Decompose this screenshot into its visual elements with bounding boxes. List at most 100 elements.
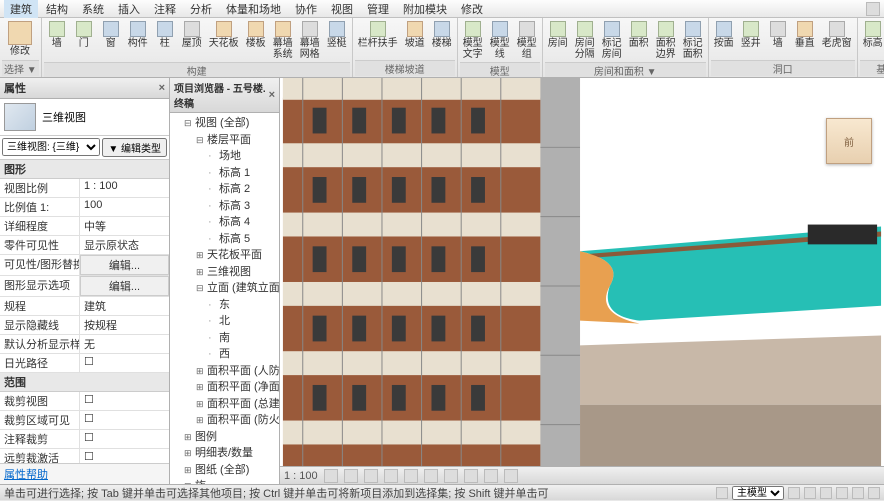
ribbon-button[interactable]: 竖井	[738, 19, 764, 60]
detail-level-icon[interactable]	[324, 469, 338, 483]
tree-node[interactable]: 视图 (全部)	[184, 115, 277, 132]
property-value[interactable]: ☐	[80, 449, 169, 463]
ribbon-button[interactable]: 幕墙系统	[270, 19, 296, 62]
type-selector-header[interactable]: 三维视图	[0, 99, 169, 136]
tree-node[interactable]: 标高 2	[208, 181, 277, 198]
property-value[interactable]: 100	[80, 198, 169, 216]
unlock-3d-icon[interactable]	[464, 469, 478, 483]
edit-type-button[interactable]: ▼ 编辑类型	[102, 138, 167, 157]
ribbon-button[interactable]: 坡道	[402, 19, 428, 60]
workset-icon[interactable]	[716, 487, 728, 499]
visual-style-icon[interactable]	[344, 469, 358, 483]
tree-node[interactable]: 明细表/数量	[184, 445, 277, 462]
ribbon-button[interactable]: 柱	[152, 19, 178, 62]
menu-item[interactable]: 体量和场地	[220, 0, 287, 18]
drag-elements-icon[interactable]	[852, 487, 864, 499]
tree-node[interactable]: 楼层平面	[196, 132, 277, 149]
properties-help-link[interactable]: 属性帮助	[0, 463, 169, 484]
tree-node[interactable]: 图纸 (全部)	[184, 462, 277, 479]
ribbon-button[interactable]: 屋顶	[179, 19, 205, 62]
tree-node[interactable]: 天花板平面	[196, 247, 277, 264]
ribbon-button[interactable]: 模型组	[514, 19, 540, 62]
tree-node[interactable]: 东	[208, 297, 277, 314]
tree-node[interactable]: 场地	[208, 148, 277, 165]
menu-item[interactable]: 注释	[148, 0, 182, 18]
property-value[interactable]: 中等	[80, 217, 169, 235]
property-edit-button[interactable]: 编辑...	[80, 276, 169, 296]
select-pinned-icon[interactable]	[820, 487, 832, 499]
select-links-icon[interactable]	[788, 487, 800, 499]
tree-node[interactable]: 标高 4	[208, 214, 277, 231]
ribbon-button[interactable]: 幕墙网格	[297, 19, 323, 62]
property-edit-button[interactable]: 编辑...	[80, 255, 169, 275]
ribbon-button[interactable]: 墙	[44, 19, 70, 62]
select-underlay-icon[interactable]	[804, 487, 816, 499]
menu-item[interactable]: 插入	[112, 0, 146, 18]
ribbon-button[interactable]: 竖梃	[324, 19, 350, 62]
property-value[interactable]: ☐	[80, 392, 169, 410]
select-face-icon[interactable]	[836, 487, 848, 499]
tree-node[interactable]: 面积平面 (防火分区面积)	[196, 412, 277, 429]
active-workset-select[interactable]: 主模型	[732, 486, 784, 500]
ribbon-button[interactable]: 窗	[98, 19, 124, 62]
ribbon-button[interactable]: 构件	[125, 19, 151, 62]
menu-item[interactable]: 建筑	[4, 0, 38, 18]
tree-node[interactable]: 标高 5	[208, 231, 277, 248]
ribbon-button[interactable]: 墙	[765, 19, 791, 60]
ribbon-button[interactable]: 栏杆扶手	[355, 19, 401, 60]
property-value[interactable]: 无	[80, 335, 169, 353]
ribbon-button[interactable]: 模型文字	[460, 19, 486, 62]
filter-icon[interactable]	[868, 487, 880, 499]
ribbon-button[interactable]: 楼梯	[429, 19, 455, 60]
ribbon-button[interactable]: 模型线	[487, 19, 513, 62]
property-value[interactable]: 显示原状态	[80, 236, 169, 254]
close-icon[interactable]: ×	[269, 89, 275, 101]
ribbon-button[interactable]: 垂直	[792, 19, 818, 60]
menu-item[interactable]: 附加模块	[397, 0, 453, 18]
viewport-3d[interactable]: 前 1 : 100	[280, 78, 884, 484]
close-icon[interactable]: ×	[159, 82, 165, 94]
tree-node[interactable]: 标高 1	[208, 165, 277, 182]
ribbon-button[interactable]: 房间分隔	[572, 19, 598, 62]
menu-item[interactable]: 视图	[325, 0, 359, 18]
property-category[interactable]: 范围	[0, 373, 169, 392]
menu-item[interactable]: 修改	[455, 0, 489, 18]
ribbon-button[interactable]: 天花板	[206, 19, 242, 62]
scale-label[interactable]: 1 : 100	[284, 470, 318, 482]
rendering-icon[interactable]	[404, 469, 418, 483]
ribbon-button[interactable]: 修改	[2, 19, 38, 60]
properties-grid[interactable]: 图形视图比例1 : 100比例值 1:100详细程度中等零件可见性显示原状态可见…	[0, 160, 169, 463]
tree-node[interactable]: 面积平面 (净面积)	[196, 379, 277, 396]
ribbon-button[interactable]: 房间	[545, 19, 571, 62]
crop-region-icon[interactable]	[444, 469, 458, 483]
menu-item[interactable]: 管理	[361, 0, 395, 18]
temporary-hide-icon[interactable]	[484, 469, 498, 483]
property-value[interactable]: ☐	[80, 354, 169, 372]
panel-toggle-icon[interactable]	[866, 2, 880, 16]
tree-node[interactable]: 北	[208, 313, 277, 330]
menu-item[interactable]: 系统	[76, 0, 110, 18]
property-value[interactable]: 1 : 100	[80, 179, 169, 197]
ribbon-button[interactable]: 标高	[860, 19, 884, 60]
instance-selector[interactable]: 三维视图: {三维}	[2, 138, 100, 156]
tree-node[interactable]: 西	[208, 346, 277, 363]
tree-node[interactable]: 图例	[184, 429, 277, 446]
property-category[interactable]: 图形	[0, 160, 169, 179]
shadows-icon[interactable]	[384, 469, 398, 483]
ribbon-button[interactable]: 面积边界	[653, 19, 679, 62]
reveal-hidden-icon[interactable]	[504, 469, 518, 483]
tree-node[interactable]: 标高 3	[208, 198, 277, 215]
property-value[interactable]: 按规程	[80, 316, 169, 334]
menu-item[interactable]: 协作	[289, 0, 323, 18]
tree-node[interactable]: 立面 (建筑立面)	[196, 280, 277, 297]
property-value[interactable]: 建筑	[80, 297, 169, 315]
view-cube[interactable]: 前	[826, 118, 872, 164]
tree-node[interactable]: 面积平面 (总建筑面积)	[196, 396, 277, 413]
ribbon-button[interactable]: 楼板	[243, 19, 269, 62]
tree-node[interactable]: 三维视图	[196, 264, 277, 281]
menu-item[interactable]: 结构	[40, 0, 74, 18]
browser-tree[interactable]: 视图 (全部)楼层平面场地标高 1标高 2标高 3标高 4标高 5天花板平面三维…	[170, 113, 279, 484]
crop-view-icon[interactable]	[424, 469, 438, 483]
property-value[interactable]: ☐	[80, 430, 169, 448]
menu-item[interactable]: 分析	[184, 0, 218, 18]
